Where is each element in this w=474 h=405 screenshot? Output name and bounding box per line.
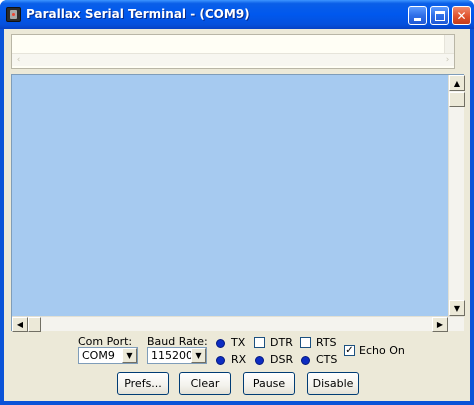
pause-button[interactable]: Pause [243, 372, 295, 395]
minimize-button[interactable] [408, 6, 427, 25]
cts-led-icon [301, 356, 310, 365]
rx-label: RX [231, 353, 247, 366]
tx-led-icon [216, 339, 225, 348]
baud-rate-select[interactable]: 115200 ▼ [147, 347, 207, 364]
cts-label: CTS [316, 353, 338, 366]
com-port-value: COM9 [82, 349, 115, 362]
dtr-checkbox[interactable] [254, 337, 265, 348]
rts-checkbox[interactable] [300, 337, 311, 348]
scroll-right-arrow-icon[interactable]: › [441, 54, 454, 66]
arrow-down-icon: ▼ [453, 303, 461, 313]
scroll-up-button[interactable]: ▲ [449, 75, 465, 91]
prefs-button[interactable]: Prefs... [117, 372, 169, 395]
echo-on-checkbox[interactable]: ✓ [344, 345, 355, 356]
transmit-horizontal-scrollbar[interactable]: ‹ › [12, 53, 454, 66]
minimize-icon [414, 18, 421, 21]
vertical-scrollbar[interactable]: ▲ ▼ [448, 75, 465, 316]
horizontal-scrollbar[interactable]: ◀ ▶ [12, 316, 464, 332]
window-title: Parallax Serial Terminal - (COM9) [26, 7, 250, 21]
close-button[interactable]: ✕ [452, 6, 471, 25]
vertical-scroll-thumb[interactable] [449, 92, 465, 107]
horizontal-scroll-thumb[interactable] [28, 317, 41, 332]
maximize-icon [435, 11, 445, 21]
close-icon: ✕ [456, 8, 467, 23]
tx-label: TX [231, 336, 246, 349]
receive-output-pane: ▲ ▼ ◀ ▶ [11, 74, 465, 332]
app-window: Parallax Serial Terminal - (COM9) ✕ ‹ › … [0, 0, 474, 405]
dsr-label: DSR [270, 353, 294, 366]
rx-led-icon [216, 356, 225, 365]
chevron-down-icon[interactable]: ▼ [191, 348, 206, 363]
app-icon[interactable] [6, 7, 21, 22]
title-bar[interactable]: Parallax Serial Terminal - (COM9) ✕ [0, 0, 474, 29]
checkmark-icon: ✓ [345, 345, 354, 356]
scroll-left-button[interactable]: ◀ [12, 317, 28, 332]
com-port-select[interactable]: COM9 ▼ [78, 347, 138, 364]
transmit-vertical-scrollbar[interactable] [444, 35, 454, 53]
arrow-up-icon: ▲ [453, 78, 461, 88]
echo-on-label: Echo On [359, 344, 405, 357]
scroll-right-button[interactable]: ▶ [432, 317, 448, 332]
chevron-down-icon[interactable]: ▼ [122, 348, 137, 363]
baud-rate-value: 115200 [151, 349, 193, 362]
receive-text-area[interactable] [12, 75, 448, 316]
clear-button[interactable]: Clear [179, 372, 231, 395]
client-area: ‹ › ▲ ▼ ◀ ▶ Com Port: COM9 ▼ Baud Rate: … [4, 29, 470, 401]
arrow-right-icon: ▶ [436, 320, 444, 329]
arrow-left-icon: ◀ [16, 320, 24, 329]
maximize-button[interactable] [430, 6, 449, 25]
rts-label: RTS [316, 336, 337, 349]
scroll-down-button[interactable]: ▼ [449, 300, 465, 316]
disable-button[interactable]: Disable [307, 372, 359, 395]
dsr-led-icon [255, 356, 264, 365]
scroll-left-arrow-icon[interactable]: ‹ [12, 54, 25, 66]
dtr-label: DTR [270, 336, 293, 349]
